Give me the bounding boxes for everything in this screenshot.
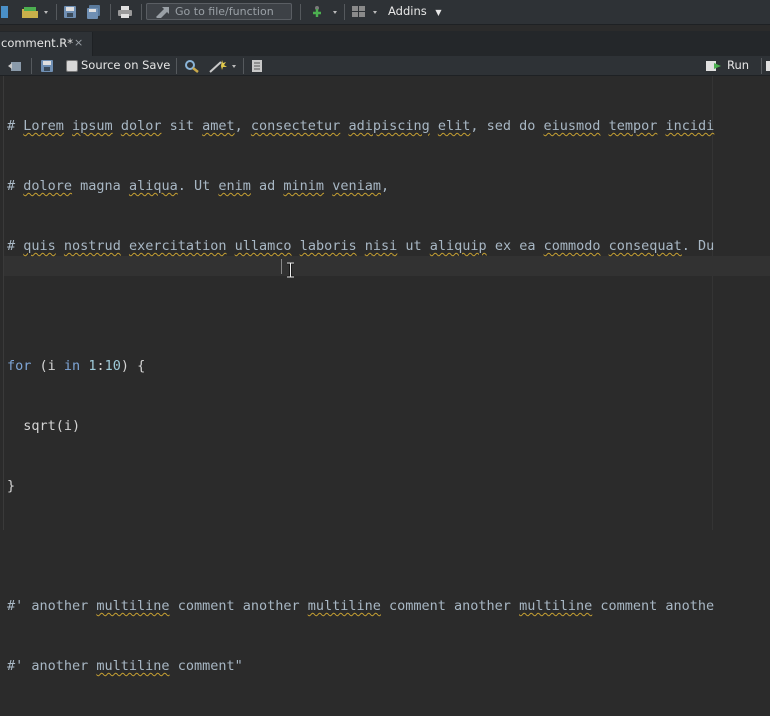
- code-editor[interactable]: # Lorem ipsum dolor sit amet, consectetu…: [0, 76, 770, 674]
- toolbar-separator: [300, 4, 301, 20]
- toolbar-separator: [31, 58, 32, 74]
- toolbar-separator: [761, 58, 762, 74]
- addins-menu[interactable]: Addins ▼: [388, 4, 442, 18]
- toolbar-separator: [243, 58, 244, 74]
- editor-gutter-edge: [3, 76, 4, 530]
- toolbar-separator: [141, 4, 142, 20]
- search-icon[interactable]: [183, 57, 201, 75]
- version-control-icon[interactable]: [308, 3, 340, 21]
- toolbar-separator: [56, 4, 57, 20]
- code-tools-wand-icon[interactable]: [207, 57, 239, 75]
- chevron-down-icon: ▼: [435, 8, 442, 17]
- addins-label: Addins: [388, 4, 427, 18]
- code-content: # Lorem ipsum dolor sit amet, consectetu…: [7, 76, 714, 716]
- arrow-icon: [156, 7, 169, 18]
- compile-report-icon[interactable]: [249, 57, 265, 75]
- code-line: # quis nostrud exercitation ullamco labo…: [7, 238, 715, 254]
- run-icon[interactable]: [705, 57, 723, 75]
- go-to-file-function-input[interactable]: Go to file/function: [146, 3, 292, 20]
- toolbar-separator: [110, 4, 111, 20]
- run-button[interactable]: Run: [727, 58, 749, 72]
- code-line: for (i in 1:10) {: [7, 358, 146, 374]
- new-file-icon[interactable]: [0, 3, 10, 21]
- go-to-file-placeholder: Go to file/function: [175, 5, 274, 18]
- code-line: #' another multiline comment": [7, 658, 243, 674]
- code-line: }: [7, 478, 16, 494]
- source-icon[interactable]: [765, 57, 770, 75]
- workspace-panes-icon[interactable]: [351, 3, 381, 21]
- close-icon[interactable]: ×: [74, 36, 83, 49]
- source-on-save-checkbox[interactable]: [66, 60, 78, 72]
- source-on-save-label: Source on Save: [81, 58, 171, 72]
- tab-comment-r[interactable]: comment.R* ×: [0, 32, 93, 56]
- code-line: #' another multiline comment another mul…: [7, 598, 715, 614]
- print-icon[interactable]: [116, 3, 134, 21]
- tab-label: comment.R*: [1, 36, 74, 50]
- save-all-icon[interactable]: [85, 3, 103, 21]
- code-line: sqrt(i): [7, 418, 81, 434]
- open-file-icon[interactable]: [20, 3, 50, 21]
- toolbar-separator: [344, 4, 345, 20]
- main-toolbar: Go to file/function Addins ▼: [0, 0, 770, 25]
- code-line: # dolore magna aliqua. Ut enim ad minim …: [7, 178, 390, 194]
- editor-toolbar: Source on Save Run: [0, 56, 770, 76]
- save-icon[interactable]: [39, 57, 55, 75]
- back-icon[interactable]: [6, 57, 26, 75]
- editor-tab-bar: comment.R* ×: [0, 31, 770, 56]
- code-line: # Lorem ipsum dolor sit amet, consectetu…: [7, 118, 715, 134]
- toolbar-separator: [176, 58, 177, 74]
- save-icon[interactable]: [62, 3, 78, 21]
- text-caret: [281, 259, 282, 274]
- text-cursor-icon: [287, 262, 294, 278]
